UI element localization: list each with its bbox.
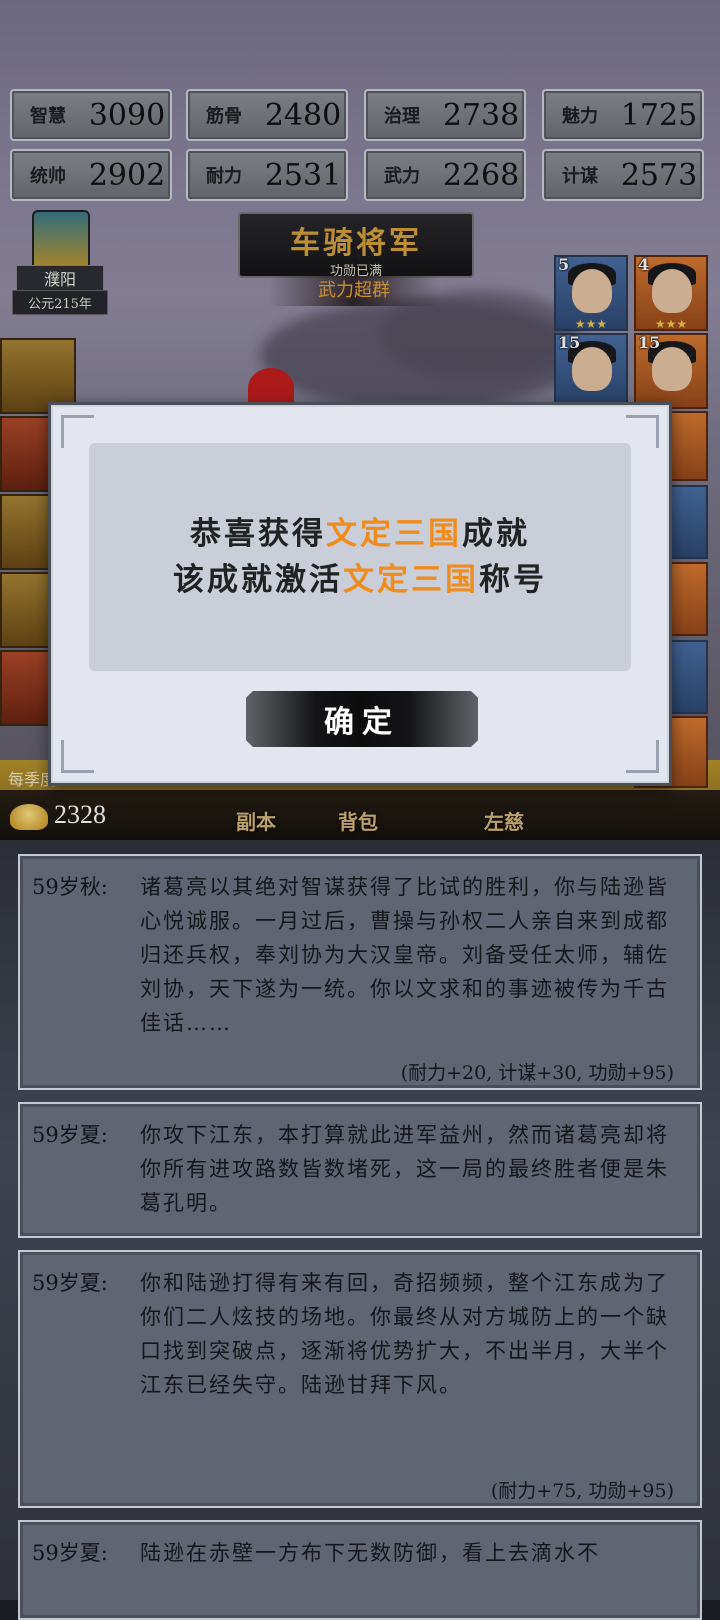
achievement-name: 文定三国 — [326, 516, 462, 552]
log-text: 你攻下江东，本打算就此进军益州，然而诸葛亮却将你所有进攻路数皆数堵死，这一局的最… — [140, 1123, 669, 1215]
dialog-message-box: 恭喜获得文定三国成就 该成就激活文定三国称号 — [89, 443, 631, 671]
log-reward: (耐力+20, 计谋+30, 功勋+95) — [400, 1062, 674, 1084]
log-text: 陆逊在赤壁一方布下无数防御，看上去滴水不 — [140, 1541, 600, 1565]
log-age: 59岁夏: — [32, 1271, 108, 1295]
event-log[interactable]: 59岁秋: 诸葛亮以其绝对智谋获得了比试的胜利，你与陆逊皆心悦诚服。一月过后，曹… — [0, 840, 720, 1620]
log-age: 59岁夏: — [32, 1123, 108, 1147]
log-entry: 59岁夏: 陆逊在赤壁一方布下无数防御，看上去滴水不 — [18, 1520, 702, 1620]
log-entry: 59岁秋: 诸葛亮以其绝对智谋获得了比试的胜利，你与陆逊皆心悦诚服。一月过后，曹… — [18, 854, 702, 1090]
log-entry: 59岁夏: 你攻下江东，本打算就此进军益州，然而诸葛亮却将你所有进攻路数皆数堵死… — [18, 1102, 702, 1238]
log-text: 你和陆逊打得有来有回，奇招频频，整个江东成为了你们二人炫技的场地。你最终从对方城… — [140, 1271, 669, 1397]
title-name: 文定三国 — [343, 562, 479, 598]
log-reward: (耐力+75, 功勋+95) — [490, 1480, 674, 1502]
log-age: 59岁秋: — [32, 875, 108, 899]
corner-ornament — [626, 740, 659, 773]
corner-ornament — [626, 415, 659, 448]
achievement-dialog: 恭喜获得文定三国成就 该成就激活文定三国称号 确定 — [48, 402, 672, 786]
message-line-2: 该成就激活文定三国称号 — [173, 562, 547, 598]
confirm-button[interactable]: 确定 — [246, 691, 478, 747]
log-age: 59岁夏: — [32, 1541, 108, 1565]
log-entry: 59岁夏: 你和陆逊打得有来有回，奇招频频，整个江东成为了你们二人炫技的场地。你… — [18, 1250, 702, 1508]
log-text: 诸葛亮以其绝对智谋获得了比试的胜利，你与陆逊皆心悦诚服。一月过后，曹操与孙权二人… — [140, 875, 669, 1035]
message-line-1: 恭喜获得文定三国成就 — [190, 516, 530, 552]
corner-ornament — [61, 740, 94, 773]
corner-ornament — [61, 415, 94, 448]
